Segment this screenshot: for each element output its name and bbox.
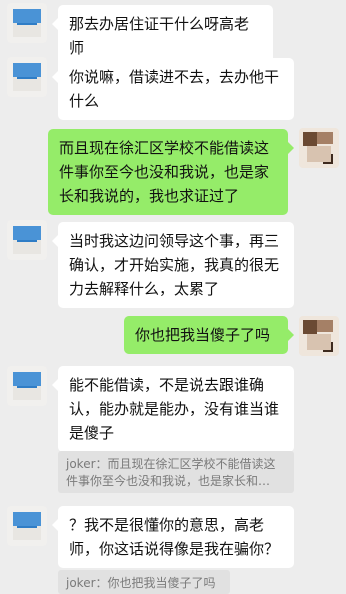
message-bubble[interactable]: 当时我这边问领导这个事，再三 确认，才开始实施，我真的很无 力去解释什么，太累了 — [52, 222, 294, 308]
message-bubble[interactable]: ？我不是很懂你的意思，高老 师，你这话说得像是我在骗你？ — [52, 506, 294, 568]
avatar[interactable] — [7, 366, 47, 406]
message-bubble[interactable]: 能不能借读，不是说去跟谁确 认，能办就是能办，没有谁当谁 是傻子 — [52, 366, 294, 452]
avatar[interactable] — [7, 220, 47, 260]
message-bubble[interactable]: 你也把我当傻子了吗 — [124, 316, 294, 354]
message-bubble[interactable]: 你说嘛，借读进不去，去办他干 什么 — [52, 58, 294, 120]
quoted-message[interactable]: joker：你也把我当傻子了吗 — [58, 570, 230, 594]
avatar[interactable] — [7, 57, 47, 97]
quoted-message[interactable]: joker：而且现在徐汇区学校不能借读这 件事你至今也没和我说，也是家长和… — [58, 451, 294, 493]
avatar[interactable] — [7, 506, 47, 546]
avatar[interactable] — [299, 128, 339, 168]
message-bubble[interactable]: 而且现在徐汇区学校不能借读这 件事你至今也没和我说，也是家 长和我说的，我也求证… — [48, 129, 294, 215]
avatar[interactable] — [299, 316, 339, 356]
avatar[interactable] — [7, 3, 47, 43]
